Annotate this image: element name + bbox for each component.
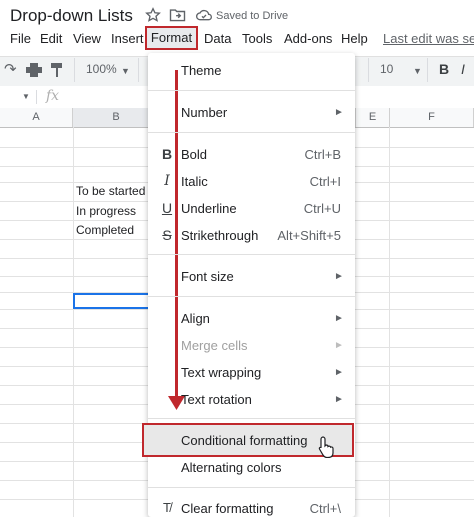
column-header-e[interactable]: E bbox=[355, 108, 390, 127]
shortcut-italic: Ctrl+I bbox=[309, 174, 341, 189]
cell-b-in-progress[interactable]: In progress bbox=[76, 204, 136, 218]
menu-help[interactable]: Help bbox=[341, 31, 368, 46]
menu-item-font-size[interactable]: Font size bbox=[181, 269, 234, 284]
menu-item-text-wrapping[interactable]: Text wrapping bbox=[181, 365, 261, 380]
submenu-arrow-icon: ► bbox=[334, 271, 344, 282]
shortcut-clear-formatting: Ctrl+\ bbox=[309, 501, 341, 516]
menu-format[interactable]: Format bbox=[145, 26, 198, 50]
menu-item-clear-formatting[interactable]: Clear formatting bbox=[181, 501, 273, 516]
submenu-arrow-icon: ► bbox=[334, 107, 344, 118]
star-icon[interactable] bbox=[145, 7, 161, 23]
toolbar-divider bbox=[427, 58, 428, 82]
zoom-select[interactable]: 100% bbox=[86, 62, 117, 76]
cell-b-to-be-started[interactable]: To be started bbox=[76, 184, 145, 198]
menu-item-theme[interactable]: Theme bbox=[181, 63, 221, 78]
menu-separator bbox=[148, 132, 355, 133]
cloud-saved-icon bbox=[196, 9, 212, 21]
toolbar-divider bbox=[138, 58, 139, 82]
column-header-b[interactable]: B bbox=[73, 108, 160, 127]
gridline bbox=[73, 127, 74, 517]
menu-separator bbox=[148, 254, 355, 255]
document-title[interactable]: Drop-down Lists bbox=[10, 6, 133, 26]
selected-cell[interactable] bbox=[73, 293, 160, 309]
font-size-select[interactable]: 10 bbox=[380, 62, 393, 76]
menu-separator bbox=[148, 296, 355, 297]
menu-edit[interactable]: Edit bbox=[40, 31, 62, 46]
submenu-arrow-icon: ► bbox=[334, 367, 344, 378]
menu-separator bbox=[148, 90, 355, 91]
zoom-chevron-icon[interactable]: ▼ bbox=[121, 66, 130, 76]
menu-item-conditional-formatting[interactable]: Conditional formatting bbox=[181, 433, 307, 448]
bold-icon: B bbox=[161, 146, 173, 162]
strikethrough-icon: S bbox=[162, 227, 172, 243]
toolbar-divider bbox=[368, 58, 369, 82]
underline-icon: U bbox=[161, 200, 173, 216]
shortcut-underline: Ctrl+U bbox=[303, 201, 341, 216]
submenu-arrow-icon: ► bbox=[334, 394, 344, 405]
fx-icon: fx bbox=[46, 88, 60, 104]
cell-b-completed[interactable]: Completed bbox=[76, 223, 134, 237]
menu-item-text-rotation[interactable]: Text rotation bbox=[181, 392, 252, 407]
hand-cursor-icon bbox=[318, 436, 334, 458]
font-size-chevron-icon[interactable]: ▼ bbox=[413, 66, 422, 76]
menu-separator bbox=[148, 418, 355, 419]
menu-view[interactable]: View bbox=[73, 31, 101, 46]
name-box-chevron-icon[interactable]: ▼ bbox=[22, 92, 30, 101]
menu-file[interactable]: File bbox=[10, 31, 31, 46]
menu-item-italic[interactable]: Italic bbox=[181, 174, 208, 189]
submenu-arrow-icon: ► bbox=[334, 313, 344, 324]
italic-icon: I bbox=[164, 173, 170, 189]
italic-button[interactable]: I bbox=[461, 61, 465, 77]
submenu-arrow-icon: ► bbox=[334, 340, 344, 351]
column-header-a[interactable]: A bbox=[0, 108, 73, 127]
menu-item-alternating-colors[interactable]: Alternating colors bbox=[181, 460, 281, 475]
column-header-f[interactable]: F bbox=[390, 108, 474, 127]
menu-item-bold[interactable]: Bold bbox=[181, 147, 207, 162]
save-status: Saved to Drive bbox=[216, 10, 289, 22]
redo-icon[interactable]: ↷ bbox=[4, 60, 17, 78]
shortcut-strikethrough: Alt+Shift+5 bbox=[277, 228, 341, 243]
move-folder-icon[interactable] bbox=[169, 8, 186, 22]
shortcut-bold: Ctrl+B bbox=[304, 147, 341, 162]
print-icon[interactable] bbox=[26, 63, 42, 77]
menu-item-strikethrough[interactable]: Strikethrough bbox=[181, 228, 258, 243]
annotation-arrow-line bbox=[175, 70, 178, 402]
paint-format-icon[interactable] bbox=[51, 63, 63, 77]
menu-tools[interactable]: Tools bbox=[242, 31, 272, 46]
clear-formatting-icon: T̸ bbox=[163, 500, 171, 515]
menu-item-number[interactable]: Number bbox=[181, 105, 227, 120]
last-edit-link[interactable]: Last edit was sec bbox=[383, 31, 474, 46]
menu-separator bbox=[148, 487, 355, 488]
toolbar-divider bbox=[74, 58, 75, 82]
menu-item-merge-cells: Merge cells bbox=[181, 338, 248, 353]
gridline bbox=[389, 127, 390, 517]
menu-insert[interactable]: Insert bbox=[111, 31, 144, 46]
menu-data[interactable]: Data bbox=[204, 31, 231, 46]
menu-item-underline[interactable]: Underline bbox=[181, 201, 237, 216]
menu-item-align[interactable]: Align bbox=[181, 311, 210, 326]
menu-add-ons[interactable]: Add-ons bbox=[284, 31, 332, 46]
bold-button[interactable]: B bbox=[439, 61, 449, 77]
